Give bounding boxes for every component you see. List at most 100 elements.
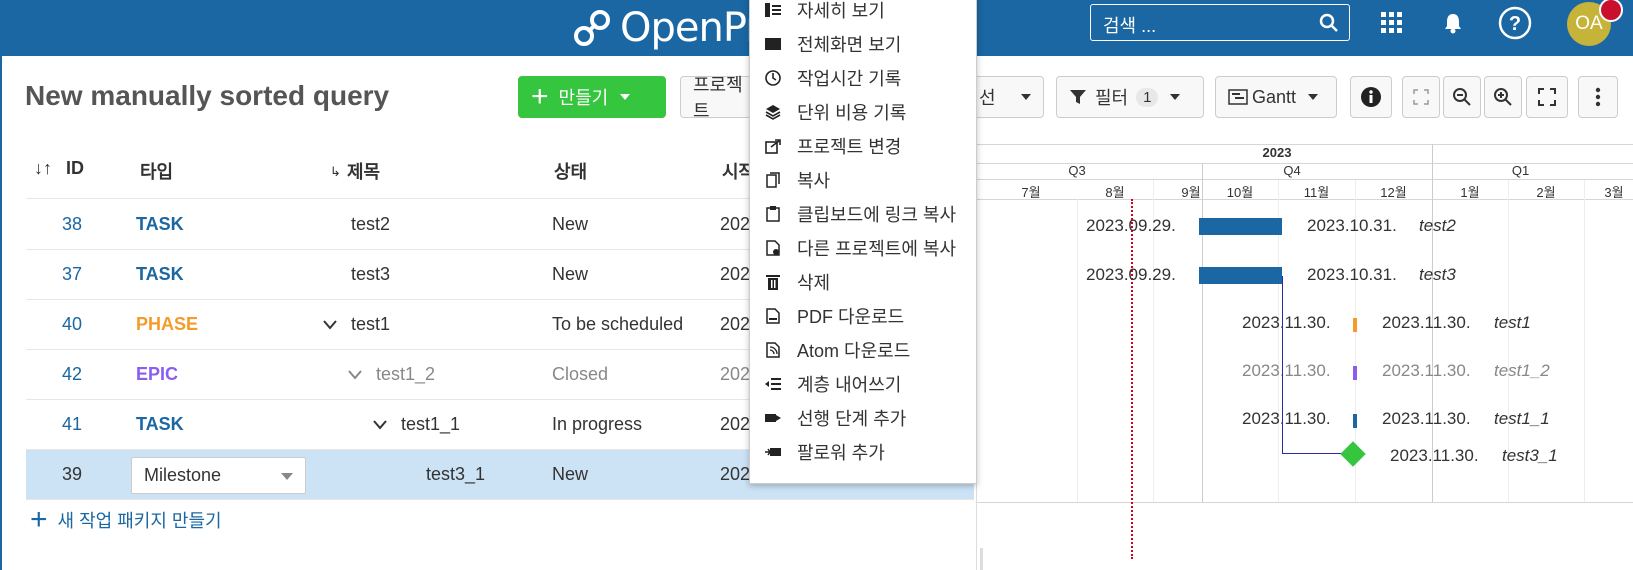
layers-icon	[765, 104, 781, 120]
row-id[interactable]: 42	[62, 364, 82, 385]
row-id[interactable]: 41	[62, 414, 82, 435]
menu-item-pdf[interactable]: PDF 다운로드	[750, 299, 976, 333]
gantt-label: test3	[1419, 265, 1456, 284]
project-include-button[interactable]: 프로젝트	[680, 75, 760, 121]
plus-icon: +	[30, 503, 48, 536]
context-menu: 자세히 보기 전체화면 보기 작업시간 기록 단위 비용 기록 프로젝트 변경 …	[749, 0, 977, 484]
menu-item-label: 자세히 보기	[797, 1, 885, 21]
menu-item-log-time[interactable]: 작업시간 기록	[750, 61, 976, 95]
menu-item-add-follower[interactable]: 팔로워 추가	[750, 435, 976, 469]
gantt-quarter: Q4	[1283, 163, 1301, 178]
bell-icon[interactable]	[1442, 12, 1464, 34]
hierarchy-icon[interactable]: ↳	[330, 164, 341, 180]
gantt-chart[interactable]: 2023 Q3 Q4 Q1 7월 8월 9월 10월 11월 12월 1월 2월…	[976, 56, 1633, 570]
menu-item-label: PDF 다운로드	[797, 307, 905, 327]
milestone-diamond[interactable]	[1340, 441, 1366, 467]
menu-item-label: 다른 프로젝트에 복사	[797, 239, 957, 259]
menu-item-move-project[interactable]: 프로젝트 변경	[750, 129, 976, 163]
gantt-bar[interactable]	[1353, 366, 1357, 380]
collapse-chevron-icon[interactable]	[348, 370, 362, 380]
gantt-month-line	[1077, 199, 1078, 502]
column-header-type[interactable]: 타입	[140, 158, 173, 184]
copy-to-project-icon	[765, 240, 781, 256]
create-button-label: 만들기	[558, 88, 609, 108]
outdent-icon	[765, 376, 781, 392]
global-search-input[interactable]: 검색 ...	[1090, 4, 1350, 41]
gantt-bar[interactable]	[1199, 218, 1282, 235]
row-id[interactable]: 39	[62, 464, 82, 485]
menu-item-label: 프로젝트 변경	[797, 137, 902, 157]
menu-item-outdent[interactable]: 계층 내어쓰기	[750, 367, 976, 401]
row-start: 202	[720, 264, 751, 284]
sort-icon[interactable]: ↓↑	[34, 158, 52, 179]
row-status[interactable]: New	[552, 264, 588, 285]
row-start: 202	[720, 464, 751, 484]
gantt-label: test3_1	[1502, 446, 1558, 465]
row-start: 202	[720, 414, 751, 434]
row-subject[interactable]: test3	[351, 264, 390, 285]
row-id[interactable]: 40	[62, 314, 82, 335]
menu-item-atom[interactable]: Atom 다운로드	[750, 333, 976, 367]
collapse-chevron-icon[interactable]	[323, 320, 337, 330]
column-header-subject[interactable]: 제목	[347, 158, 380, 184]
menu-item-details[interactable]: 자세히 보기	[750, 0, 976, 27]
row-status[interactable]: To be scheduled	[552, 314, 683, 335]
column-header-status[interactable]: 상태	[554, 158, 587, 184]
row-subject[interactable]: test3_1	[426, 464, 485, 485]
left-frame-border	[0, 56, 2, 570]
menu-item-label: 단위 비용 기록	[797, 103, 907, 123]
row-id[interactable]: 38	[62, 214, 82, 235]
gantt-end-date: 2023.11.30.	[1390, 446, 1479, 465]
menu-item-delete[interactable]: 삭제	[750, 265, 976, 299]
gantt-start-date: 2023.11.30.	[1242, 313, 1331, 332]
menu-item-label: 선행 단계 추가	[797, 409, 907, 429]
create-work-package-link[interactable]: + 새 작업 패키지 만들기	[30, 503, 222, 536]
menu-item-label: 팔로워 추가	[797, 443, 885, 463]
relation-line	[1282, 453, 1348, 454]
gantt-month: 11월	[1303, 185, 1330, 200]
menu-item-label: 작업시간 기록	[797, 69, 902, 89]
create-button[interactable]: + 만들기	[518, 76, 666, 118]
modules-grid-icon[interactable]	[1381, 12, 1403, 34]
menu-item-log-costs[interactable]: 단위 비용 기록	[750, 95, 976, 129]
menu-item-copy-link[interactable]: 클립보드에 링크 복사	[750, 197, 976, 231]
menu-item-add-predecessor[interactable]: 선행 단계 추가	[750, 401, 976, 435]
menu-item-copy[interactable]: 복사	[750, 163, 976, 197]
gantt-header-line	[977, 179, 1633, 180]
gantt-start-date: 2023.11.30.	[1242, 409, 1331, 428]
row-id[interactable]: 37	[62, 264, 82, 285]
predecessor-icon	[765, 410, 781, 426]
row-subject[interactable]: test1	[351, 314, 390, 335]
move-icon	[765, 138, 781, 154]
gantt-month: 3월	[1604, 185, 1624, 200]
type-select-dropdown[interactable]: Milestone	[131, 457, 306, 494]
gantt-bar[interactable]	[1353, 318, 1357, 332]
menu-item-copy-to-project[interactable]: 다른 프로젝트에 복사	[750, 231, 976, 265]
row-type: TASK	[136, 264, 184, 284]
row-status[interactable]: New	[552, 464, 588, 485]
gantt-bar[interactable]	[1353, 414, 1357, 428]
row-status[interactable]: New	[552, 214, 588, 235]
collapse-chevron-icon[interactable]	[373, 420, 387, 430]
gantt-month: 10월	[1226, 185, 1254, 200]
menu-item-fullscreen[interactable]: 전체화면 보기	[750, 27, 976, 61]
row-status[interactable]: In progress	[552, 414, 642, 435]
row-subject[interactable]: test1_2	[376, 364, 435, 385]
row-start: 202	[720, 364, 751, 384]
row-status[interactable]: Closed	[552, 364, 608, 385]
row-subject[interactable]: test2	[351, 214, 390, 235]
column-header-id[interactable]: ID	[66, 158, 84, 179]
gantt-bar[interactable]	[1199, 267, 1282, 284]
help-icon[interactable]: ?	[1497, 5, 1533, 41]
gantt-label: test1_1	[1494, 409, 1550, 428]
gantt-footer-line	[977, 502, 1633, 503]
search-icon[interactable]	[1319, 13, 1339, 33]
gantt-year: 2023	[1262, 145, 1292, 160]
gantt-month: 12월	[1380, 185, 1407, 200]
trash-icon	[765, 274, 781, 290]
gantt-quarter: Q3	[1068, 163, 1086, 178]
row-subject[interactable]: test1_1	[401, 414, 460, 435]
gantt-label: test2	[1419, 216, 1456, 235]
gantt-month: 8월	[1105, 185, 1125, 200]
gantt-resize-handle[interactable]	[980, 548, 983, 570]
